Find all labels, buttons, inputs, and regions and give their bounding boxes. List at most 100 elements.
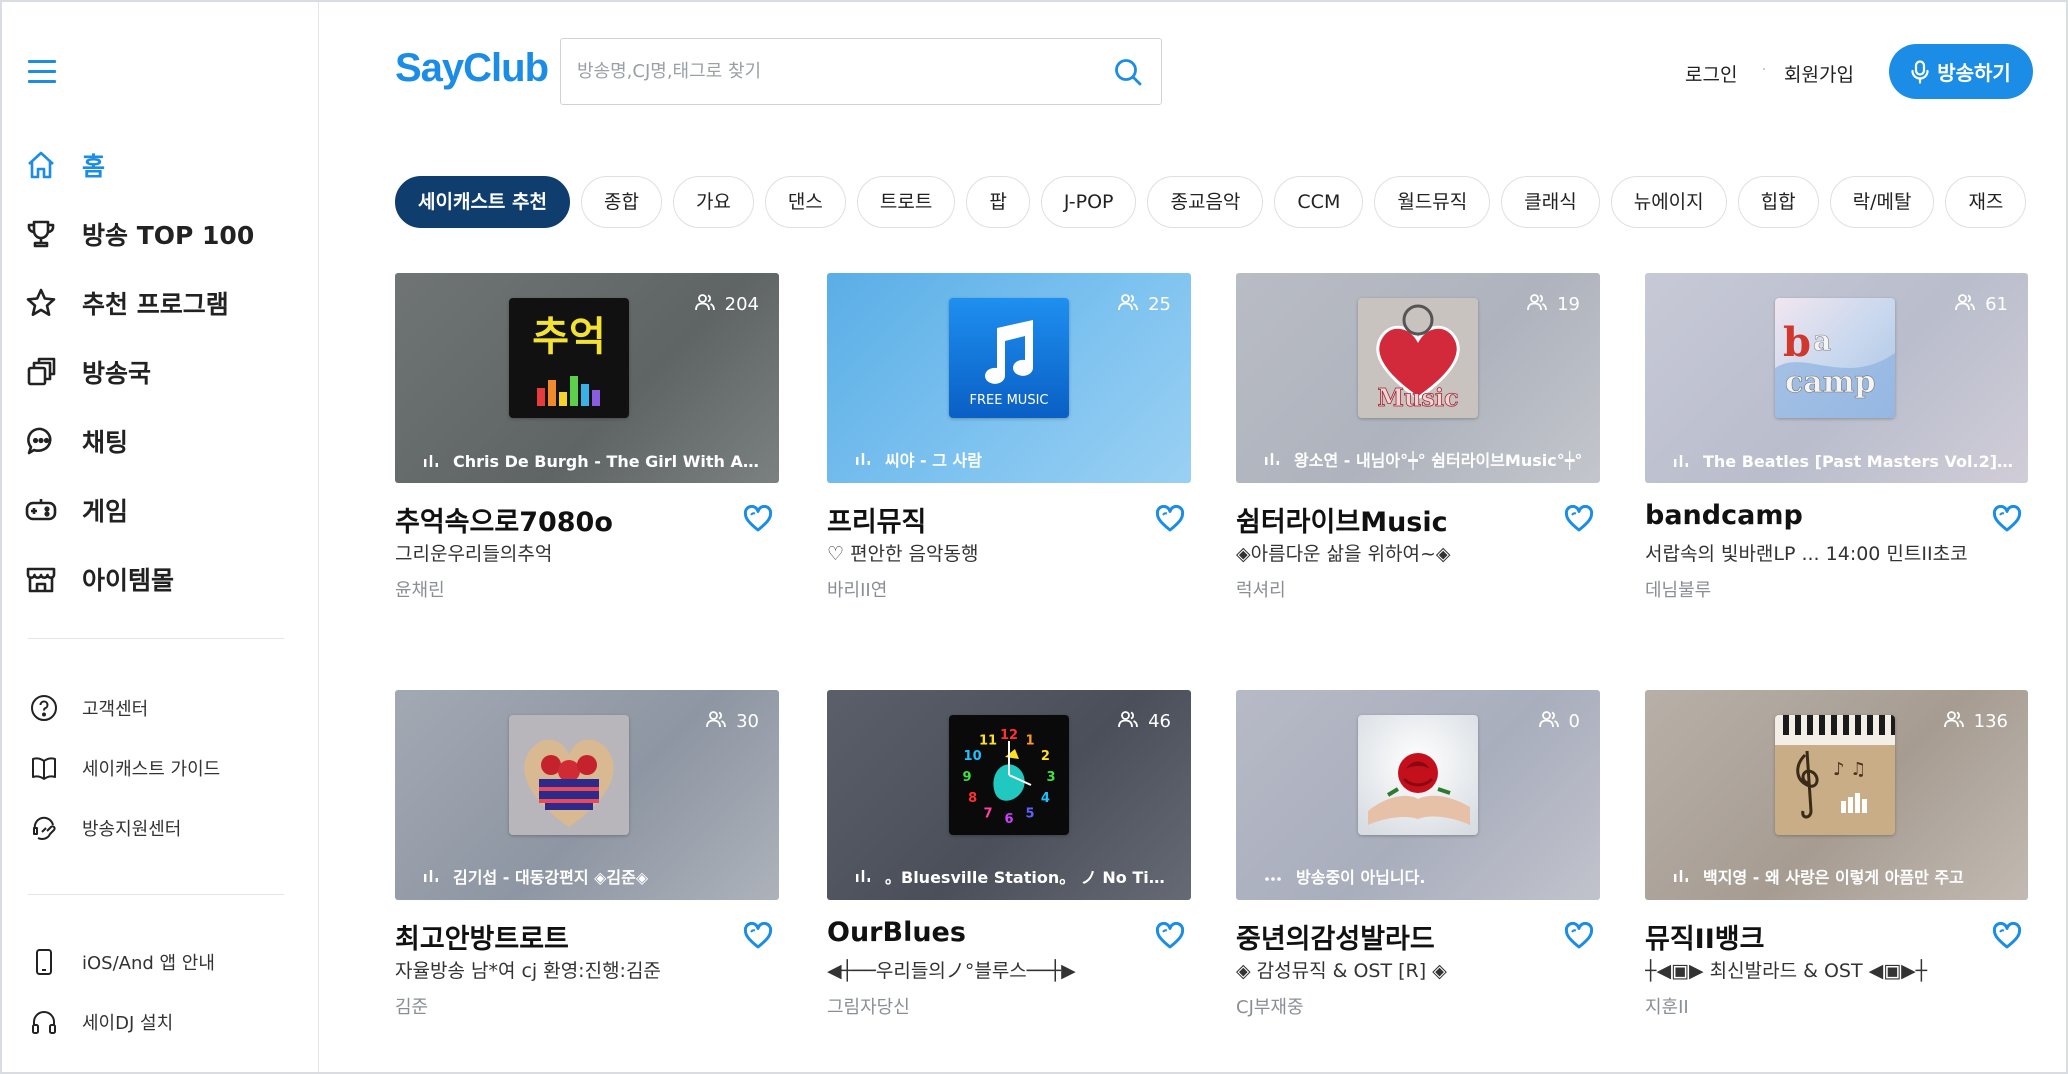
favorite-heart-icon[interactable] — [743, 921, 773, 950]
now-playing-text: 백지영 - 왜 사랑은 이렇게 아픔만 주고 — [1703, 868, 1964, 887]
trophy-icon — [24, 217, 58, 251]
sidebar-item-help-center[interactable]: 고객센터 — [28, 678, 308, 738]
category-chip[interactable]: J-POP — [1040, 176, 1137, 228]
viewers-icon — [694, 293, 725, 316]
broadcast-card[interactable]: 추억 204 Chris De Burgh - The Girl With Apri… — [395, 273, 779, 603]
svg-text:5: 5 — [1025, 806, 1034, 821]
viewers-icon — [706, 710, 736, 733]
sidebar-item-stations[interactable]: 방송국 — [24, 337, 304, 406]
sidebar-item-saydj-install[interactable]: 세이DJ 설치 — [28, 992, 308, 1052]
sidebar-item-label: 아이템몰 — [82, 565, 175, 595]
sidebar-item-chat[interactable]: 채팅 — [24, 406, 304, 475]
category-chip[interactable]: CCM — [1274, 176, 1364, 228]
sidebar-item-recommended[interactable]: 추천 프로그램 — [24, 268, 304, 337]
category-chip[interactable]: 세이캐스트 추천 — [395, 176, 570, 228]
category-chip[interactable]: 종합 — [580, 176, 662, 228]
sidebar-item-label: 방송국 — [82, 358, 152, 388]
category-chip[interactable]: 트로트 — [856, 176, 956, 228]
broadcast-card[interactable]: Music 19 왕소연 - 내님아°┿° 쉼터라이브Music°┿° 쉼터라이브Mu… — [1236, 273, 1600, 603]
viewer-count-value: 0 — [1568, 711, 1580, 732]
category-chip[interactable]: 종교음악 — [1147, 176, 1264, 228]
piano-art-icon: ♪ ♫ — [1775, 715, 1895, 835]
support-icon — [28, 812, 60, 844]
viewer-count-value: 61 — [1985, 294, 2008, 315]
broadcast-card[interactable]: b a camp 61 The Beatles [Past Masters Vol.2]… — [1645, 273, 2028, 603]
login-link[interactable]: 로그인 — [1685, 60, 1737, 87]
dj-name[interactable]: 지훈II — [1645, 993, 1689, 1019]
broadcast-thumbnail[interactable]: b a camp 61 The Beatles [Past Masters Vol.2]… — [1645, 273, 2028, 483]
broadcast-thumbnail[interactable]: Music 19 왕소연 - 내님아°┿° 쉼터라이브Music°┿° — [1236, 273, 1600, 483]
broadcast-card[interactable]: ♪ ♫ 136 백지영 - 왜 사랑은 이렇게 아픔만 주고 뮤직II뱅크 ┼◀▣▶ 최… — [1645, 690, 2028, 1020]
sidebar-item-itemmall[interactable]: 아이템몰 — [24, 544, 304, 613]
category-chip[interactable]: 클래식 — [1501, 176, 1600, 228]
category-chip[interactable]: 팝 — [966, 176, 1030, 228]
category-chip[interactable]: 힙합 — [1737, 176, 1819, 228]
favorite-heart-icon[interactable] — [1155, 504, 1185, 533]
favorite-heart-icon[interactable] — [1992, 921, 2022, 950]
broadcast-card[interactable]: 12 1 2 3 4 5 6 7 8 9 10 11 46 。Bluesville Station。 ノ … — [827, 690, 1191, 1020]
favorite-heart-icon[interactable] — [1564, 921, 1594, 950]
search-icon[interactable] — [1113, 57, 1143, 87]
broadcast-thumbnail[interactable]: FREE MUSIC 25 씨야 - 그 사람 — [827, 273, 1191, 483]
broadcast-card[interactable]: FREE MUSIC 25 씨야 - 그 사람프리뮤직 ♡ 편안한 음악동행바리II연 — [827, 273, 1191, 603]
broadcast-card[interactable]: 30 김기섭 - 대동강편지 ◈김준◈ 최고안방트로트 자율방송 남*여 cj 환영:… — [395, 690, 779, 1020]
broadcast-title[interactable]: 최고안방트로트 — [395, 917, 569, 956]
now-playing-text: Chris De Burgh - The Girl With April I..… — [453, 452, 767, 471]
broadcast-title[interactable]: 프리뮤직 — [827, 500, 926, 539]
broadcast-title[interactable]: 중년의감성발라드 — [1236, 917, 1435, 956]
broadcast-description: ♡ 편안한 음악동행 — [827, 543, 979, 565]
broadcast-title[interactable]: bandcamp — [1645, 500, 1803, 531]
dj-name[interactable]: 럭셔리 — [1236, 576, 1286, 602]
dj-name[interactable]: 윤채린 — [395, 576, 445, 602]
viewer-count: 30 — [706, 710, 759, 733]
broadcast-thumbnail[interactable]: ♪ ♫ 136 백지영 - 왜 사랑은 이렇게 아픔만 주고 — [1645, 690, 2028, 900]
sidebar-divider — [28, 894, 284, 895]
now-playing-text: 。Bluesville Station。 ノ No Time Bl... — [885, 868, 1179, 887]
broadcast-thumbnail[interactable]: 0 방송중이 아닙니다. — [1236, 690, 1600, 900]
search-input[interactable] — [577, 39, 1097, 104]
broadcast-thumbnail[interactable]: 추억 204 Chris De Burgh - The Girl With Apri… — [395, 273, 779, 483]
sidebar-item-guide[interactable]: 세이캐스트 가이드 — [28, 738, 308, 798]
headphones-icon — [28, 1006, 60, 1038]
star-icon — [24, 286, 58, 320]
broadcast-title[interactable]: 추억속으로7080o — [395, 500, 613, 539]
broadcast-title[interactable]: OurBlues — [827, 917, 966, 948]
category-chip[interactable]: 재즈 — [1945, 176, 2027, 228]
svg-text:camp: camp — [1785, 365, 1875, 400]
favorite-heart-icon[interactable] — [1564, 504, 1594, 533]
broadcast-description: ◈ 감성뮤직 & OST [R] ◈ — [1236, 960, 1447, 982]
gamepad-icon — [24, 493, 58, 527]
sidebar-item-top100[interactable]: 방송 TOP 100 — [24, 199, 304, 268]
dj-name[interactable]: 김준 — [395, 993, 428, 1019]
sidebar-item-home[interactable]: 홈 — [24, 130, 304, 199]
broadcast-thumbnail[interactable]: 12 1 2 3 4 5 6 7 8 9 10 11 46 。Bluesville Station。 ノ … — [827, 690, 1191, 900]
category-chip[interactable]: 가요 — [672, 176, 754, 228]
sidebar-item-broadcast-support[interactable]: 방송지원센터 — [28, 798, 308, 858]
broadcast-thumbnail[interactable]: 30 김기섭 - 대동강편지 ◈김준◈ — [395, 690, 779, 900]
category-chip[interactable]: 댄스 — [764, 176, 846, 228]
sidebar-item-game[interactable]: 게임 — [24, 475, 304, 544]
category-chip[interactable]: 뉴에이지 — [1610, 176, 1727, 228]
broadcast-title[interactable]: 뮤직II뱅크 — [1645, 917, 1764, 956]
broadcast-title[interactable]: 쉼터라이브Music — [1236, 500, 1448, 539]
category-chip[interactable]: 락/메탈 — [1829, 176, 1935, 228]
dj-name[interactable]: 데님불루 — [1645, 576, 1711, 602]
category-chip[interactable]: 월드뮤직 — [1374, 176, 1491, 228]
menu-icon[interactable] — [28, 60, 56, 84]
svg-text:7: 7 — [983, 806, 992, 821]
sidebar-item-app-guide[interactable]: iOS/And 앱 안내 — [28, 932, 308, 992]
favorite-heart-icon[interactable] — [1992, 504, 2022, 533]
dj-name[interactable]: 그림자당신 — [827, 993, 910, 1019]
broadcast-button[interactable]: 방송하기 — [1889, 44, 2033, 99]
favorite-heart-icon[interactable] — [1155, 921, 1185, 950]
dj-name[interactable]: 바리II연 — [827, 576, 887, 602]
microphone-icon — [1911, 59, 1929, 84]
svg-text:2: 2 — [1041, 749, 1050, 764]
viewer-count: 204 — [694, 293, 759, 316]
dj-name[interactable]: CJ부재중 — [1236, 993, 1304, 1019]
favorite-heart-icon[interactable] — [743, 504, 773, 533]
broadcast-card[interactable]: 0 방송중이 아닙니다. 중년의감성발라드 ◈ 감성뮤직 & OST [R] ◈ CJ부… — [1236, 690, 1600, 1020]
sayclub-logo[interactable]: SayClub — [395, 46, 549, 91]
art-label: Music — [1377, 383, 1458, 412]
signup-link[interactable]: 회원가입 — [1784, 60, 1854, 87]
